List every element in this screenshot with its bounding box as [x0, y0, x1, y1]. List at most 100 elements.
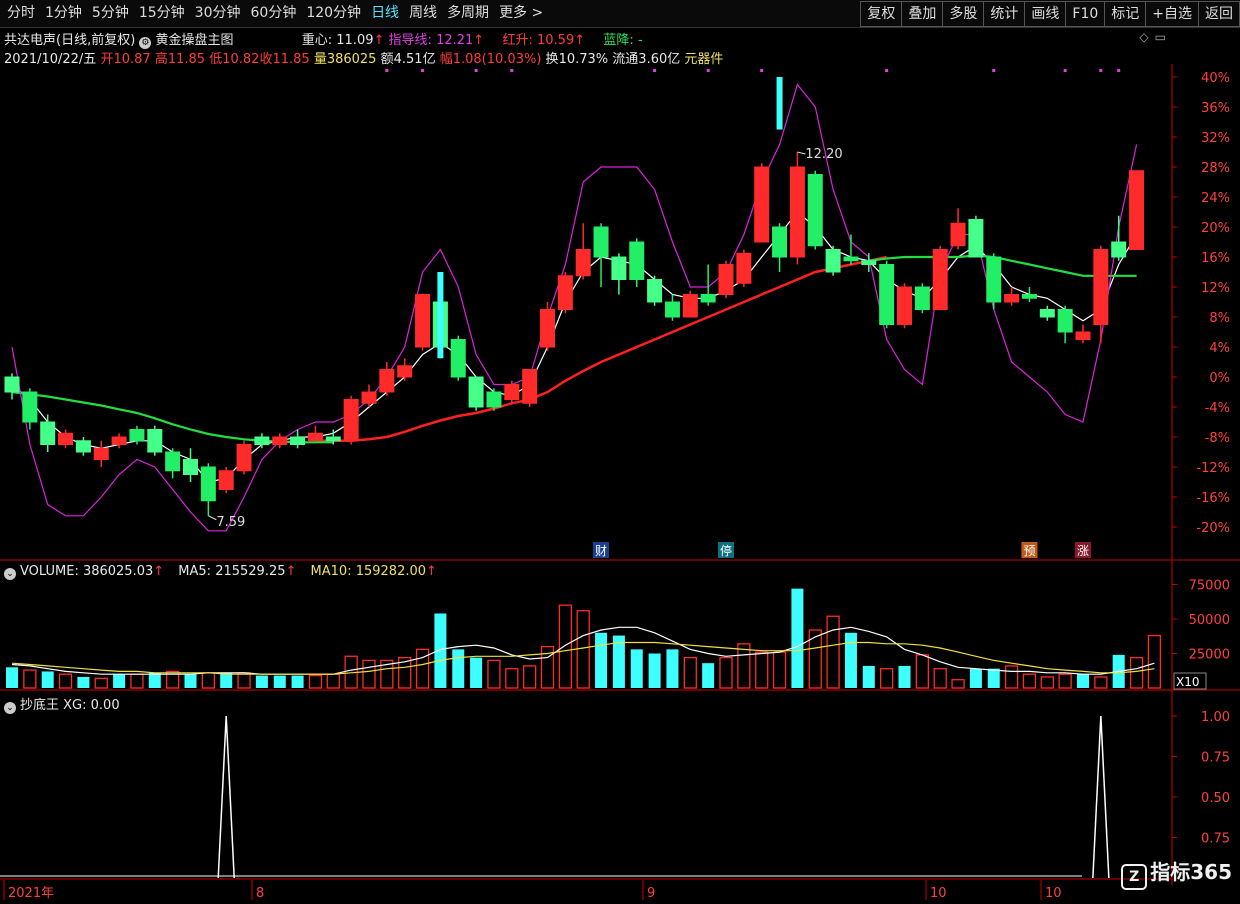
signal-dot — [992, 69, 996, 72]
watermark-text: 指标365 — [1150, 860, 1232, 884]
volume-bar — [844, 632, 857, 688]
price-tick-label: -12% — [1196, 461, 1230, 476]
volume-tick-label: 50000 — [1189, 613, 1230, 628]
signal-dot — [510, 69, 514, 72]
price-tick-label: 36% — [1201, 101, 1230, 116]
candle-body — [397, 365, 413, 378]
candle-body — [1021, 294, 1037, 299]
volume-bar — [898, 665, 911, 688]
candle-body — [772, 226, 788, 258]
volume-bar — [201, 672, 216, 689]
volume-bar — [148, 672, 161, 688]
low-annotation: 7.59 — [216, 515, 245, 530]
price-tick-label: -20% — [1196, 521, 1230, 536]
volume-bar — [308, 674, 323, 689]
volume-bar — [862, 665, 875, 688]
price-tick-label: 8% — [1209, 311, 1230, 326]
candle-body — [950, 222, 966, 247]
xg-spike — [1092, 715, 1110, 879]
volume-bar — [630, 649, 643, 688]
volume-bar — [683, 656, 697, 689]
series-line-3 — [11, 83, 1138, 532]
signal-dot — [885, 69, 889, 72]
volume-bar — [772, 651, 787, 689]
xg-lines — [0, 715, 1110, 879]
volume-bar — [1147, 634, 1162, 689]
candle-body — [754, 166, 770, 243]
volume-bar — [1022, 673, 1037, 689]
volume-bar — [719, 656, 733, 689]
kline-chart[interactable]: 40% 36% 32% 28% 24% 20% 16% 12% 8% 4% 0% -4% -8% -12%… — [0, 0, 1240, 904]
candle-body — [789, 166, 805, 258]
volume-bar — [237, 672, 251, 689]
candles — [4, 77, 1145, 516]
volume-unit-label: X10 — [1176, 675, 1200, 689]
candle-body — [325, 436, 341, 442]
candle-body — [1093, 249, 1109, 325]
volume-bar — [291, 675, 304, 688]
candle-body — [468, 376, 484, 408]
volume-bar — [755, 651, 769, 689]
volume-bar — [220, 672, 233, 688]
candle-body — [914, 286, 930, 310]
signal-dot — [1099, 69, 1103, 72]
event-badge-label: 财 — [595, 544, 607, 558]
candle-body — [1004, 294, 1020, 303]
candle-body — [647, 279, 663, 303]
candle-body — [486, 391, 502, 408]
candle-body — [22, 391, 38, 423]
volume-bar — [737, 643, 751, 689]
price-tick-label: 24% — [1201, 191, 1230, 206]
candle-body — [40, 421, 56, 445]
logo-icon: Z — [1121, 864, 1148, 890]
volume-bar — [487, 659, 501, 689]
price-tick-label: 40% — [1201, 71, 1230, 86]
volume-bar — [523, 665, 537, 689]
volume-bar — [6, 667, 18, 688]
xg-tick-label: 1.00 — [1201, 710, 1230, 725]
candle-body — [236, 444, 252, 472]
series-line-0 — [11, 211, 1138, 483]
price-tick-label: 28% — [1201, 161, 1230, 176]
volume-bar — [362, 659, 376, 689]
volume-bar — [915, 654, 929, 689]
limit-marker — [776, 77, 783, 130]
xg-spike — [217, 715, 235, 879]
volume-ma-line-0 — [11, 626, 1155, 675]
candle-body — [1111, 241, 1127, 258]
price-tick-label: 20% — [1201, 221, 1230, 236]
candle-body — [379, 369, 395, 393]
candle-body — [522, 369, 538, 404]
high-pointer — [797, 151, 806, 155]
volume-bar — [933, 668, 947, 689]
volume-bar — [1094, 676, 1108, 689]
xg-axis: 1.00 0.75 0.50 0.75 — [1172, 710, 1230, 847]
limit-marker — [437, 272, 444, 359]
volume-bar — [273, 675, 286, 688]
date-label: 10 — [1045, 886, 1062, 901]
volume-bar — [1058, 673, 1072, 689]
volume-bar — [648, 653, 661, 688]
volume-bar — [666, 649, 679, 688]
candle-body — [183, 459, 198, 475]
volume-bar — [470, 657, 483, 688]
volume-bar — [326, 673, 340, 689]
candle-body — [75, 440, 91, 453]
xg-tick-label: 0.75 — [1201, 751, 1230, 766]
signal-dot — [706, 69, 710, 72]
candle-body — [575, 249, 591, 277]
candle-body — [343, 399, 359, 442]
candle-body — [968, 219, 984, 258]
signal-dot — [1063, 69, 1067, 72]
price-tick-label: -8% — [1205, 431, 1230, 446]
candle-body — [272, 436, 288, 445]
candle-body — [932, 249, 948, 310]
volume-bar — [826, 615, 840, 689]
candle-body — [4, 376, 20, 393]
volume-axis: 75000 50000 25000 X10 — [1172, 579, 1230, 690]
candle-body — [200, 466, 216, 502]
signal-dot — [421, 69, 425, 72]
date-label: 10 — [930, 886, 947, 901]
candle-body — [218, 470, 234, 490]
candle-body — [664, 301, 680, 318]
